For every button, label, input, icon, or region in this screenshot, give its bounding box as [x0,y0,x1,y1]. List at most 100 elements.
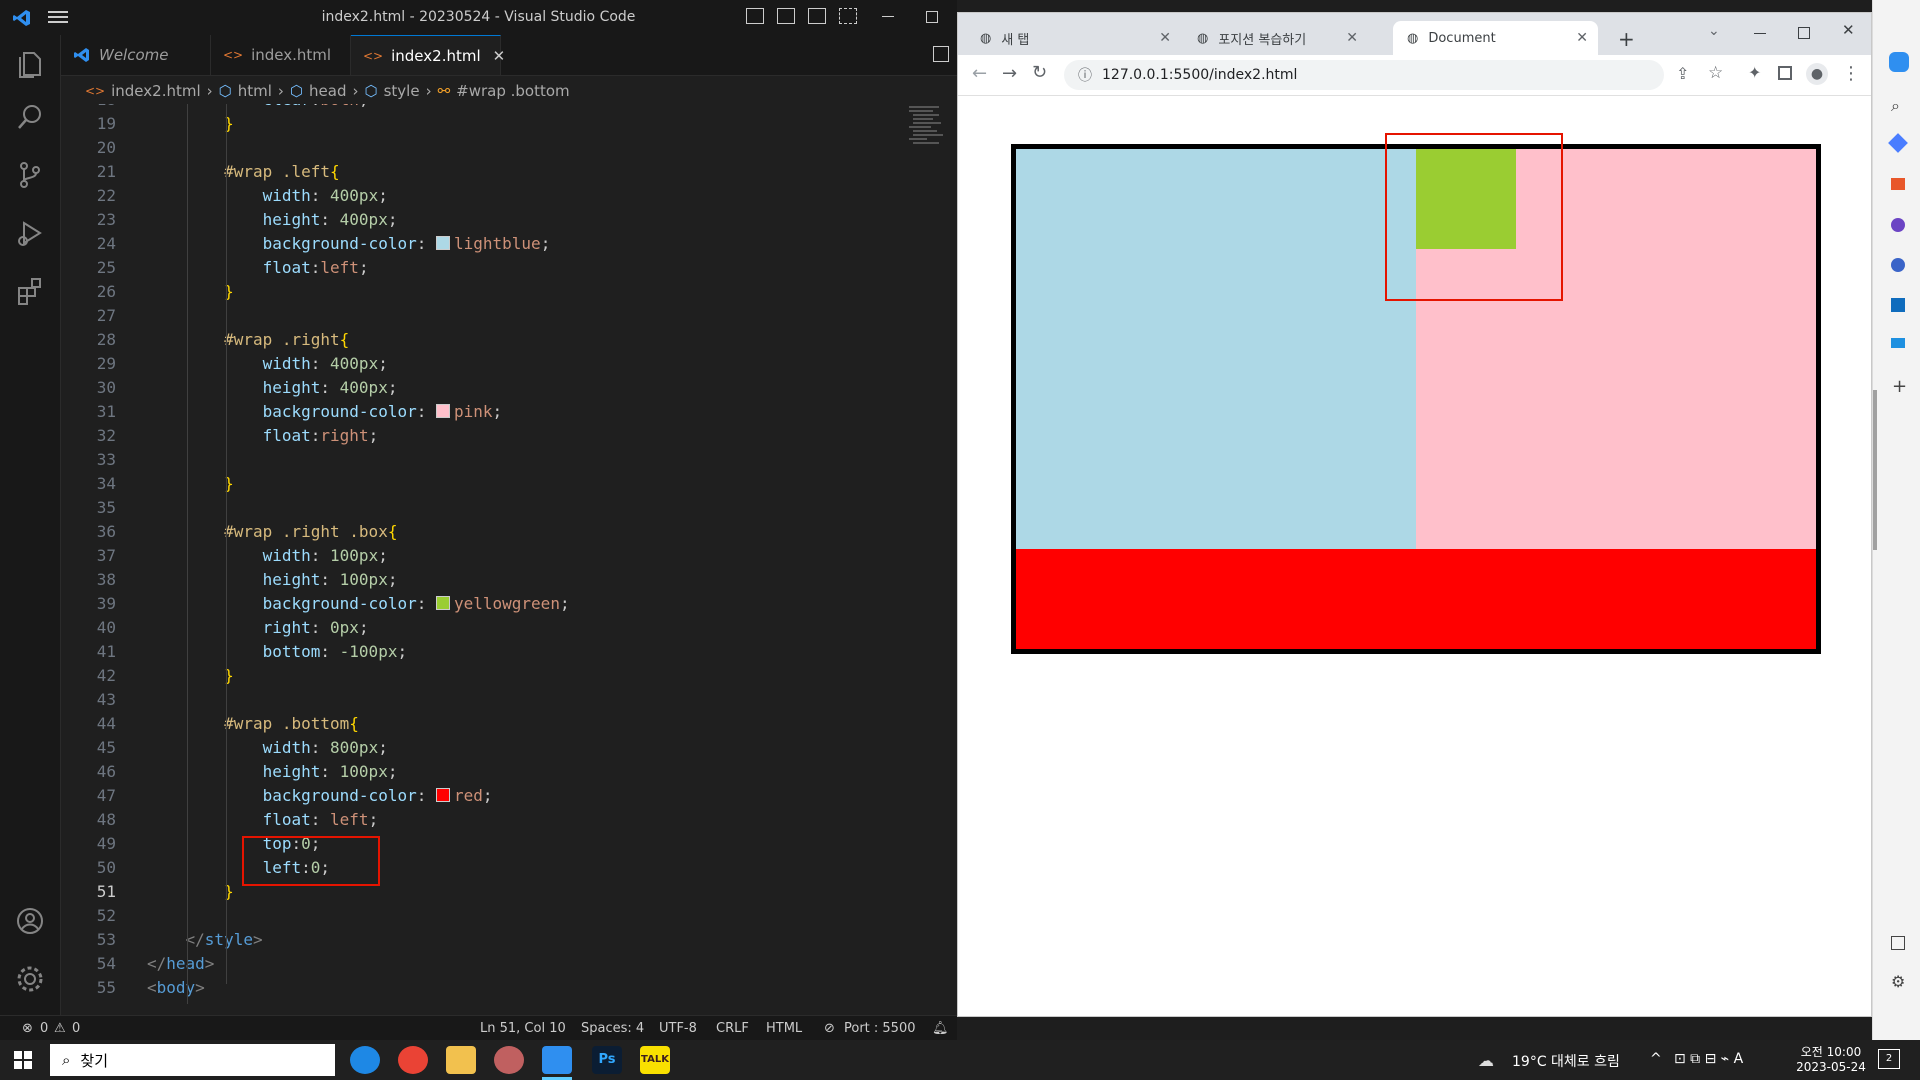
breadcrumb-item[interactable]: index2.html [111,82,201,100]
tab-welcome[interactable]: Welcome [61,35,211,75]
tab-index2-html[interactable]: <> index2.html ✕ [351,35,505,75]
chevron-down-icon[interactable]: ⌄ [1708,23,1720,39]
search-label: 찾기 [80,1051,109,1070]
weather[interactable]: 19°C 대체로 흐림 [1512,1051,1620,1071]
indentation[interactable]: Spaces: 4 [581,1021,644,1036]
more-menu-icon[interactable]: ⋮ [1842,63,1860,84]
minimize-icon[interactable] [1754,33,1766,34]
close-window-icon[interactable]: ✕ [1842,21,1855,39]
minimize-icon[interactable] [882,16,894,17]
bookmark-star-icon[interactable]: ☆ [1708,63,1723,83]
tab-index-html[interactable]: <> index.html [211,35,351,75]
code-editor[interactable]: 18 clear:both; 19 } 20 21 #wrap .left{22 wi… [61,104,957,1012]
bell-icon[interactable]: 🔔︎ [932,1021,949,1036]
file-explorer-icon[interactable] [446,1046,476,1074]
toggle-primary-sidebar-icon[interactable] [746,8,764,24]
toolbox-icon[interactable] [1891,178,1905,190]
share-icon[interactable]: ⇪ [1676,64,1689,83]
code-text: </head> [147,954,215,973]
live-server-port[interactable]: Port : 5500 [844,1021,916,1036]
chrome-tab-position-review[interactable]: ◍ 포지션 복습하기 ✕ [1183,21,1368,55]
live-server-icon[interactable]: ⊘ [824,1021,835,1036]
breadcrumb-item[interactable]: #wrap .bottom [456,82,570,100]
cursor-position[interactable]: Ln 51, Col 10 [480,1021,566,1036]
breadcrumb-item[interactable]: style [384,82,420,100]
tag-icon[interactable] [1888,133,1908,153]
close-icon[interactable]: ✕ [493,47,506,65]
windows-start-icon[interactable] [14,1051,32,1069]
line-number: 26 [96,282,116,301]
code-text: background-color: red; [262,786,493,805]
app-icon[interactable] [494,1046,524,1074]
search-icon[interactable]: ⌕ [1891,96,1900,116]
end-of-line[interactable]: CRLF [716,1021,749,1036]
warnings-count[interactable]: 0 [72,1021,80,1036]
taskbar-search[interactable]: ⌕ 찾기 [50,1044,335,1076]
chrome-window: ◍ 새 탭 ✕ ◍ 포지션 복습하기 ✕ ◍ Document ✕ + ⌄ ✕ … [957,12,1872,1017]
left-box [1016,149,1416,549]
side-panel-icon[interactable] [1778,66,1792,80]
profile-avatar-icon[interactable]: ● [1806,63,1828,85]
split-editor-icon[interactable] [933,46,949,62]
chrome-tab-new-tab[interactable]: ◍ 새 탭 ✕ [966,21,1181,55]
forward-icon[interactable]: → [1002,63,1017,84]
breadcrumb-item[interactable]: head [309,82,346,100]
chevron-right-icon: › [277,82,284,100]
code-text: height: 100px; [262,570,398,589]
warning-icon[interactable]: ⚠ [54,1021,66,1036]
chrome-tab-document[interactable]: ◍ Document ✕ [1393,21,1598,55]
run-debug-icon[interactable] [14,217,46,249]
minimap[interactable] [905,104,955,234]
settings-gear-icon[interactable] [14,963,46,995]
selector-icon: ⚯ [437,82,451,100]
close-icon[interactable]: ✕ [1346,30,1358,46]
accounts-icon[interactable] [14,905,46,937]
extensions-icon[interactable] [14,275,46,307]
people-icon[interactable] [1891,218,1905,232]
outlook-icon[interactable] [1891,298,1905,312]
close-icon[interactable]: ✕ [1159,30,1171,46]
date: 2023-05-24 [1796,1060,1866,1074]
back-icon[interactable]: ← [972,63,987,84]
encoding[interactable]: UTF-8 [659,1021,697,1036]
close-icon[interactable]: ✕ [1576,30,1588,46]
html-file-icon: <> [223,48,244,62]
scrollbar[interactable] [1873,390,1877,550]
vscode-app-icon[interactable] [542,1046,572,1074]
notification-icon[interactable]: 2 [1878,1049,1900,1069]
explorer-icon[interactable] [14,47,46,79]
indent-guide [226,104,227,984]
settings-gear-icon[interactable]: ⚙ [1891,972,1905,991]
breadcrumb-item[interactable]: html [238,82,272,100]
office-icon[interactable] [1891,258,1905,272]
search-icon[interactable] [14,101,46,133]
problems-count[interactable]: 0 [40,1021,48,1036]
line-number: 37 [96,546,116,565]
customize-layout-icon[interactable] [839,8,857,24]
error-icon[interactable]: ⊗ [22,1021,33,1036]
element-icon: ⬡ [364,82,378,100]
new-tab-icon[interactable]: + [1618,27,1635,51]
maximize-icon[interactable] [926,11,938,23]
reload-icon[interactable]: ↻ [1032,62,1047,83]
language-mode[interactable]: HTML [766,1021,802,1036]
extensions-icon[interactable]: ✦ [1748,63,1761,82]
photoshop-app-icon[interactable]: Ps [592,1046,622,1074]
edge-app-icon[interactable] [350,1046,380,1074]
toggle-panel-icon[interactable] [777,8,795,24]
address-bar[interactable]: ⓘ 127.0.0.1:5500/index2.html [1064,60,1664,90]
chevron-right-icon: › [206,82,213,100]
tray-icons[interactable]: ⊡ ⧉ ⊟ ⌁ A [1674,1051,1743,1067]
bing-icon[interactable] [1889,52,1909,72]
add-icon[interactable]: + [1892,376,1907,397]
maximize-icon[interactable] [1798,27,1810,39]
toggle-secondary-sidebar-icon[interactable] [808,8,826,24]
chrome-app-icon[interactable] [398,1046,428,1074]
clock[interactable]: 오전 10:00 2023-05-24 [1794,1043,1868,1074]
source-control-icon[interactable] [14,159,46,191]
send-icon[interactable] [1891,338,1905,348]
line-number: 36 [96,522,116,541]
kakaotalk-app-icon[interactable]: TALK [640,1046,670,1074]
chevron-up-icon[interactable]: ^ [1650,1051,1662,1067]
hide-sidebar-icon[interactable] [1891,936,1905,950]
